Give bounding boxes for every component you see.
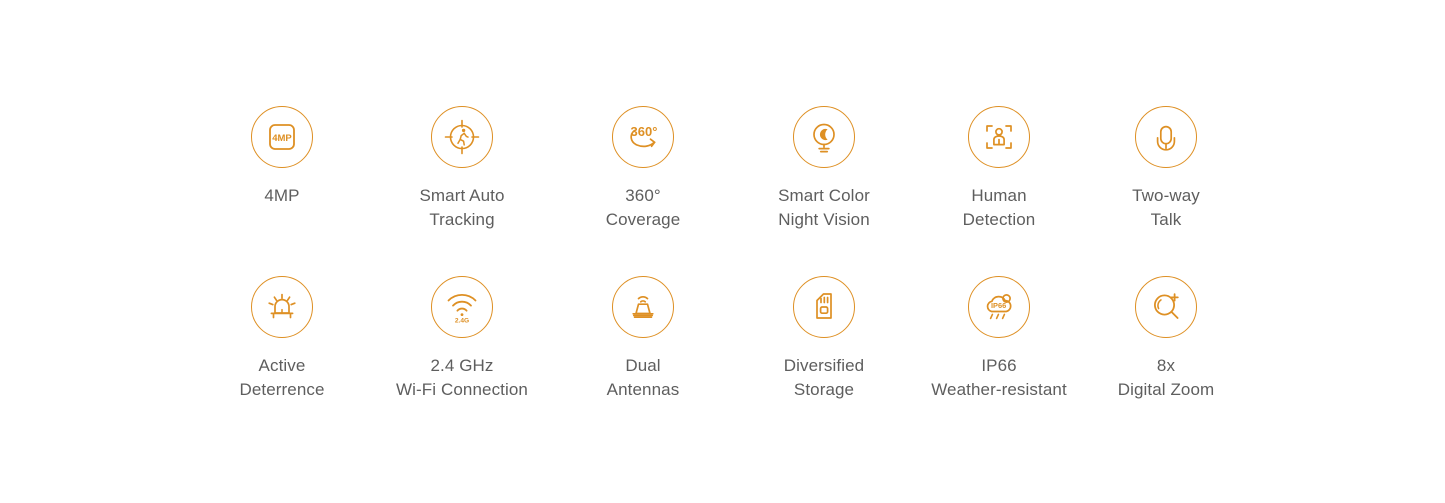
feature-label: 8x Digital Zoom xyxy=(1117,356,1215,399)
feature-label: Active Deterrence xyxy=(239,356,325,399)
feature-label: 4MP xyxy=(264,186,300,205)
feature-item-wifi-connection: 2.4G 2.4 GHz Wi-Fi Connection xyxy=(362,276,562,402)
moon-spotlight-icon xyxy=(793,106,855,168)
feature-label: Two-way Talk xyxy=(1132,186,1200,229)
4mp-badge-text: 4MP xyxy=(272,133,292,144)
360-degree-rotation-icon: 360° xyxy=(612,106,674,168)
person-in-frame-icon xyxy=(968,106,1030,168)
wifi-band-badge-text: 2.4G xyxy=(455,317,469,324)
sd-card-icon xyxy=(793,276,855,338)
feature-highlights-grid: 4MP 4MP Smart Auto Tracking 360° 360° Co… xyxy=(0,0,1445,503)
feature-label: 360° Coverage xyxy=(605,186,681,229)
rain-cloud-ip66-icon: IP66 xyxy=(968,276,1030,338)
feature-item-two-way-talk: Two-way Talk xyxy=(1066,106,1266,232)
4mp-sensor-icon: 4MP xyxy=(251,106,313,168)
magnifier-plus-icon xyxy=(1135,276,1197,338)
feature-label: 2.4 GHz Wi-Fi Connection xyxy=(396,356,528,399)
feature-item-active-deterrence: Active Deterrence xyxy=(182,276,382,402)
feature-item-smart-auto-tracking: Smart Auto Tracking xyxy=(362,106,562,232)
feature-item-360-coverage: 360° 360° Coverage xyxy=(543,106,743,232)
feature-label: Diversified Storage xyxy=(783,356,865,399)
feature-label: Smart Auto Tracking xyxy=(419,186,505,229)
feature-item-diversified-storage: Diversified Storage xyxy=(724,276,924,402)
dual-antenna-icon xyxy=(612,276,674,338)
siren-light-icon xyxy=(251,276,313,338)
ip66-badge-text: IP66 xyxy=(991,301,1006,310)
feature-item-8x-digital-zoom: 8x Digital Zoom xyxy=(1066,276,1266,402)
feature-label: Smart Color Night Vision xyxy=(778,186,870,229)
wifi-signal-icon: 2.4G xyxy=(431,276,493,338)
feature-label: Dual Antennas xyxy=(606,356,680,399)
feature-item-smart-color-night-vision: Smart Color Night Vision xyxy=(724,106,924,232)
motion-tracking-target-icon xyxy=(431,106,493,168)
feature-item-4mp: 4MP 4MP xyxy=(182,106,382,208)
microphone-icon xyxy=(1135,106,1197,168)
feature-item-dual-antennas: Dual Antennas xyxy=(543,276,743,402)
